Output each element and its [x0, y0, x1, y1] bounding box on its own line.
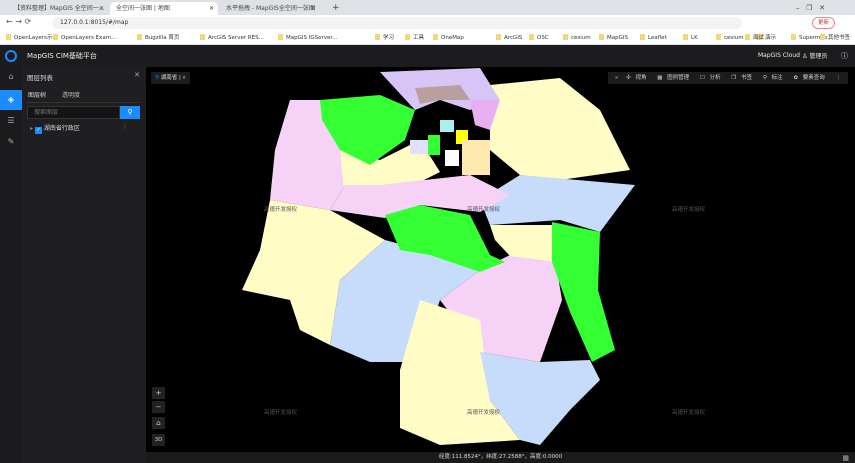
bookmark[interactable]: ArcGIS: [496, 33, 522, 43]
address-bar-row: ← → ⟳ 127.0.0.1:8015/#/map 更新: [0, 15, 855, 31]
browser-tab[interactable]: 水平拖拽 - MapGIS全空间一张图 ✕: [220, 2, 320, 15]
watermark: 高德开发授权: [264, 207, 298, 213]
layer-item[interactable]: ▸ ✓ 湖南省行政区 ⋮: [30, 123, 128, 134]
tab-label: 水平拖拽 - MapGIS全空间一张图: [226, 5, 315, 12]
bookmark[interactable]: 工具: [405, 33, 424, 43]
region: [552, 222, 615, 362]
close-icon[interactable]: ✕: [99, 2, 104, 15]
search-button[interactable]: ⚲: [120, 106, 140, 119]
bookmarks-bar: OpenLayers示例 OpenLayers Exam... Bugzilla 首…: [0, 31, 855, 45]
layer-panel: 图层列表 ✕ 图层树 透明度 ⚲ ▸ ✓ 湖南省行政区 ⋮: [22, 67, 146, 463]
edit-icon[interactable]: ✎: [0, 132, 22, 152]
search-icon[interactable]: ⌕: [183, 75, 186, 81]
region: [490, 78, 630, 180]
nav-buttons[interactable]: ← → ⟳: [6, 17, 31, 26]
layer-search-input[interactable]: [27, 106, 120, 119]
bookmark[interactable]: Leaflet: [640, 33, 667, 43]
side-icon-bar: ⌂ ◈ ☰ ✎: [0, 67, 22, 463]
zoom-in-button[interactable]: +: [152, 387, 165, 399]
browser-tab-bar: 【资料整理】MapGIS 全空间一... ✕ 全空间一张图 | 地图 ✕ 水平拖拽 …: [0, 0, 855, 15]
location-pin-icon: ⚲: [155, 75, 160, 81]
panel-title: 图层列表: [27, 74, 53, 82]
region: [490, 225, 558, 262]
location-label: 湖南省: [160, 75, 178, 81]
tool-legend[interactable]: ▦ 图例管理: [657, 75, 692, 81]
home-view-button[interactable]: ⌂: [152, 417, 165, 429]
more-icon[interactable]: ⋮: [836, 75, 842, 81]
browser-tab-active[interactable]: 全空间一张图 | 地图 ✕: [110, 2, 218, 15]
bookmark[interactable]: OSC: [529, 33, 549, 43]
tab-opacity[interactable]: 透明度: [62, 90, 80, 99]
tool-mark[interactable]: ⚲ 标注: [763, 75, 786, 81]
watermark: 高德开发授权: [467, 410, 501, 416]
other-bookmarks[interactable]: 其他书签: [820, 33, 850, 43]
bookmark[interactable]: OpenLayers示例: [6, 33, 58, 43]
bookmark[interactable]: cesium: [716, 33, 744, 43]
bookmark[interactable]: OneMap: [433, 33, 464, 43]
tab-label: 全空间一张图 | 地图: [116, 5, 170, 12]
layers-icon[interactable]: ◈: [0, 90, 22, 110]
new-tab-button[interactable]: +: [326, 2, 346, 15]
bookmark[interactable]: LK: [683, 33, 698, 43]
grid-icon[interactable]: ▦: [842, 454, 849, 462]
tool-view[interactable]: ✣ 视角: [626, 75, 649, 81]
cloud-link[interactable]: MapGIS Cloud: [758, 52, 800, 59]
3d-toggle-button[interactable]: 3D: [152, 434, 165, 446]
district: [440, 120, 454, 132]
watermark: 高德开发授权: [672, 410, 706, 416]
home-icon: ⌂: [156, 419, 161, 427]
close-icon[interactable]: ✕: [311, 2, 316, 15]
app-title: MapGIS CIM基础平台: [27, 52, 97, 60]
bookmark[interactable]: cesium: [563, 33, 591, 43]
district: [410, 140, 428, 154]
home-icon[interactable]: ⌂: [0, 67, 22, 87]
url-input[interactable]: 127.0.0.1:8015/#/map: [52, 17, 742, 29]
info-icon[interactable]: ⓘ: [841, 51, 848, 61]
app-header: MapGIS CIM基础平台 MapGIS Cloud ♙ 管理员 ⓘ: [0, 45, 855, 67]
district: [445, 150, 459, 166]
divider: [27, 102, 140, 103]
tool-bookmark[interactable]: ❐ 书签: [731, 75, 755, 81]
update-button[interactable]: 更新: [812, 17, 836, 29]
close-icon[interactable]: ✕: [209, 2, 214, 15]
layer-label: 湖南省行政区: [43, 125, 80, 132]
bookmark[interactable]: 面试: [745, 33, 764, 43]
bookmark[interactable]: 学习: [375, 33, 394, 43]
location-selector[interactable]: ⚲ 湖南省 | ⌕: [151, 72, 190, 84]
user-icon: ♙: [802, 53, 808, 60]
bookmark[interactable]: OpenLayers Exam...: [53, 33, 116, 43]
browser-tab[interactable]: 【资料整理】MapGIS 全空间一... ✕: [8, 2, 108, 15]
expand-icon[interactable]: ▸: [30, 125, 33, 132]
watermark: 高德开发授权: [467, 207, 501, 213]
map-toolbar: » ✣ 视角 ▦ 图例管理 ☐ 分析 ❐ 书签 ⚲ 标注 ✿ 要素查询 ⋮: [607, 72, 848, 84]
close-icon[interactable]: ✕: [134, 71, 140, 79]
zoom-out-button[interactable]: −: [152, 401, 165, 413]
user-menu[interactable]: ♙ 管理员: [802, 51, 827, 60]
user-name: 管理员: [809, 53, 828, 60]
district: [462, 140, 490, 175]
watermark: 高德开发授权: [264, 410, 298, 416]
coordinate-status: 经度:111.8524°，纬度:27.2588°，高度:0.0000: [146, 452, 855, 463]
map-view[interactable]: ⚲ 湖南省 | ⌕ » ✣ 视角 ▦ 图例管理 ☐ 分析 ❐ 书签 ⚲ 标注 ✿…: [146, 67, 855, 463]
bookmark[interactable]: Bugzilla 首页: [137, 33, 179, 43]
watermark: 高德开发授权: [672, 207, 706, 213]
list-icon[interactable]: ☰: [0, 111, 22, 131]
collapse-icon[interactable]: »: [615, 75, 618, 81]
tool-query[interactable]: ✿ 要素查询: [793, 75, 827, 81]
more-icon[interactable]: ⋮: [122, 123, 128, 130]
tool-analysis[interactable]: ☐ 分析: [700, 75, 724, 81]
tab-label: 【资料整理】MapGIS 全空间一...: [14, 5, 105, 12]
bookmark[interactable]: MapGIS IGServer...: [278, 33, 337, 43]
window-controls[interactable]: – ❐ ✕: [790, 2, 831, 15]
layer-checkbox[interactable]: ✓: [34, 127, 42, 134]
logo-icon: [5, 50, 17, 62]
bookmark[interactable]: MapGIS: [599, 33, 628, 43]
province-map[interactable]: [146, 67, 855, 463]
district: [428, 135, 440, 155]
bookmark[interactable]: ArcGIS Server RES...: [200, 33, 264, 43]
search-icon: ⚲: [127, 108, 133, 116]
